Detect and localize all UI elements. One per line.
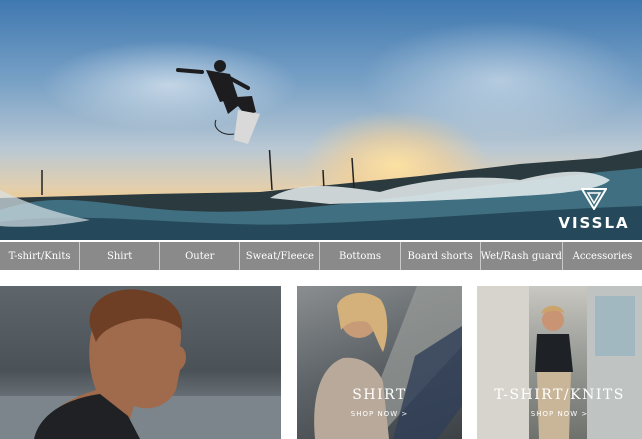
promo-card-tshirt-knits[interactable]: T-SHIRT/KNITS SHOP NOW > [477, 286, 642, 439]
brand-logo[interactable]: VISSLA [558, 188, 630, 232]
hero-wave [0, 168, 642, 240]
vissla-v-logo-icon [581, 188, 607, 210]
nav-item-tshirt-knits[interactable]: T-shirt/Knits [0, 242, 81, 270]
man-portrait-image [0, 289, 281, 439]
nav-item-outer[interactable]: Outer [160, 242, 241, 270]
surfer-figure [176, 60, 260, 144]
hero-banner[interactable]: VISSLA [0, 0, 642, 240]
nav-item-bottoms[interactable]: Bottoms [320, 242, 401, 270]
promo-card-feature[interactable] [0, 286, 281, 439]
shirt-promo-title: SHIRT [352, 387, 407, 403]
promo-card-shirt[interactable]: SHIRT SHOP NOW > [297, 286, 462, 439]
category-nav: T-shirt/Knits Shirt Outer Sweat/Fleece B… [0, 242, 642, 270]
brand-name: VISSLA [558, 214, 630, 232]
nav-item-sweat-fleece[interactable]: Sweat/Fleece [240, 242, 321, 270]
tshirt-shop-now-link[interactable]: SHOP NOW > [477, 410, 642, 418]
nav-item-wet-rash-guard[interactable]: Wet/Rash guard [481, 242, 563, 270]
nav-item-board-shorts[interactable]: Board shorts [401, 242, 481, 270]
shirt-shop-now-link[interactable]: SHOP NOW > [297, 410, 462, 418]
nav-item-shirt[interactable]: Shirt [80, 242, 161, 270]
tshirt-promo-title: T-SHIRT/KNITS [494, 387, 625, 403]
nav-item-accessories[interactable]: Accessories [563, 242, 642, 270]
